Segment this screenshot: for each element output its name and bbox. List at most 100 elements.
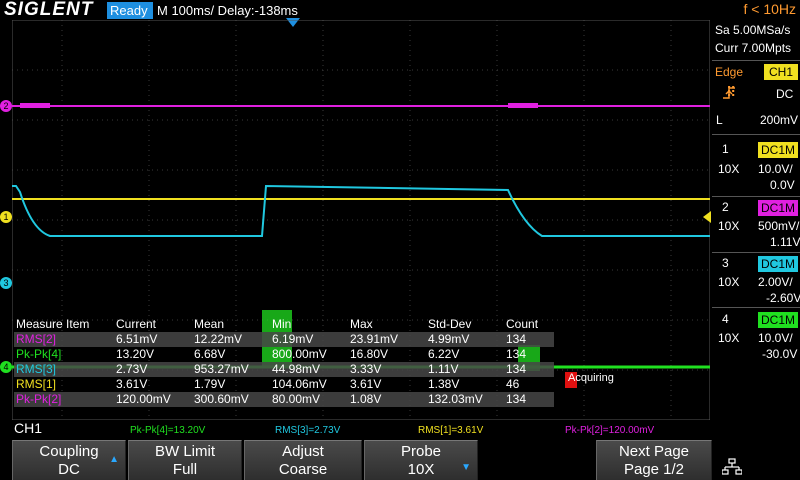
measure-item-label: Pk-Pk[2] bbox=[16, 392, 62, 406]
stat-item: Pk-Pk[2]=120.00mV bbox=[565, 425, 655, 436]
ch4-level-marker[interactable]: 4 bbox=[0, 361, 12, 373]
softkey-value: Full bbox=[172, 461, 198, 478]
run-status-badge[interactable]: Ready bbox=[107, 2, 153, 19]
ch2-offset: 1.11V bbox=[770, 235, 800, 249]
ch2-scale: 500mV/ bbox=[758, 219, 800, 233]
measure-value: 6.51mV bbox=[116, 332, 158, 346]
col-header: Current bbox=[116, 317, 157, 331]
trigger-level-label: L bbox=[716, 113, 723, 127]
probe-softkey[interactable]: Probe 10X ▼ bbox=[364, 440, 478, 480]
measurement-row: Pk-Pk[4] 13.20V 6.68V 800.00mV 16.80V 6.22V 13… bbox=[14, 347, 554, 362]
trigger-coupling[interactable]: DC bbox=[776, 87, 793, 101]
measure-value: 120.00mV bbox=[116, 392, 171, 406]
softkey-title: BW Limit bbox=[155, 443, 215, 460]
measure-value: 134 bbox=[506, 332, 527, 346]
softkey-value: Page 1/2 bbox=[623, 461, 685, 478]
timebase-readout[interactable]: M 100ms/ Delay:-138ms bbox=[157, 2, 298, 19]
measure-value: 46 bbox=[506, 377, 520, 391]
network-icon[interactable] bbox=[722, 458, 742, 476]
measure-value: 6.22V bbox=[428, 347, 460, 361]
measure-value: 6.19mV bbox=[272, 332, 314, 346]
trigger-type[interactable]: Edge bbox=[715, 65, 743, 79]
measure-value: 2.73V bbox=[116, 362, 148, 376]
rising-edge-icon bbox=[723, 87, 735, 99]
ch1-coupling: DC1M bbox=[758, 142, 798, 158]
ch1-number: 1 bbox=[722, 142, 729, 156]
brand-logo: SIGLENT bbox=[4, 0, 94, 20]
measure-value: 134 bbox=[506, 392, 527, 406]
measure-value: 80.00mV bbox=[272, 392, 321, 406]
softkey-title: Adjust bbox=[282, 443, 324, 460]
ch1-probe: 10X bbox=[718, 162, 740, 176]
ch2-coupling: DC1M bbox=[758, 200, 798, 216]
ch1-level-marker[interactable]: 1 bbox=[0, 211, 12, 223]
measure-value: 44.98mV bbox=[272, 362, 321, 376]
ch4-coupling: DC1M bbox=[758, 312, 798, 328]
acquiring-label: Acquiring bbox=[568, 372, 614, 384]
ch3-offset: -2.60V bbox=[766, 291, 800, 305]
trigger-source[interactable]: CH1 bbox=[764, 64, 798, 80]
col-header: Max bbox=[350, 317, 373, 331]
measure-value: 1.38V bbox=[428, 377, 460, 391]
col-header: Count bbox=[506, 317, 539, 331]
ch2-probe: 10X bbox=[718, 219, 740, 233]
measure-value: 1.79V bbox=[194, 377, 226, 391]
measurement-row: RMS[2] 6.51mV 12.22mV 6.19mV 23.91mV 4.99mV 13… bbox=[14, 332, 554, 347]
measure-value: 16.80V bbox=[350, 347, 389, 361]
softkey-title: Next Page bbox=[618, 443, 690, 460]
frequency-readout: f < 10Hz bbox=[743, 1, 796, 17]
ch1-offset: 0.0V bbox=[770, 178, 795, 192]
trigger-level-marker-icon[interactable] bbox=[703, 211, 711, 223]
measure-value: 23.91mV bbox=[350, 332, 399, 346]
measurement-row: Pk-Pk[2] 120.00mV 300.60mV 80.00mV 1.08V 132.… bbox=[14, 392, 554, 407]
ch4-scale: 10.0V/ bbox=[758, 331, 793, 345]
measure-item-label: RMS[1] bbox=[16, 377, 57, 391]
ch3-probe: 10X bbox=[718, 275, 740, 289]
coupling-softkey[interactable]: Coupling DC ▲ bbox=[12, 440, 126, 480]
ch2-number: 2 bbox=[722, 200, 729, 214]
stat-item: Pk-Pk[4]=13.20V bbox=[130, 425, 206, 436]
measure-value: 104.06mV bbox=[272, 377, 327, 391]
ch4-offset: -30.0V bbox=[762, 347, 798, 361]
adjust-softkey[interactable]: Adjust Coarse bbox=[244, 440, 362, 480]
measure-value: 4.99mV bbox=[428, 332, 470, 346]
measure-value: 6.68V bbox=[194, 347, 226, 361]
down-arrow-icon: ▼ bbox=[461, 462, 471, 473]
measurement-header-row: Measure Item Current Mean Min Max Std-De… bbox=[14, 317, 554, 332]
ch2-trace bbox=[12, 103, 710, 108]
measure-value: 3.61V bbox=[116, 377, 148, 391]
ch3-number: 3 bbox=[722, 256, 729, 270]
measure-item-label: RMS[3] bbox=[16, 362, 57, 376]
measure-value: 13.20V bbox=[116, 347, 155, 361]
measure-value: 3.33V bbox=[350, 362, 382, 376]
col-header: Std-Dev bbox=[428, 317, 472, 331]
right-info-panel: Sa 5.00MSa/s Curr 7.00Mpts Edge CH1 ⠿ DC… bbox=[712, 20, 800, 440]
ch2-level-marker[interactable]: 2 bbox=[0, 100, 12, 112]
memory-depth: Curr 7.00Mpts bbox=[715, 41, 792, 55]
sample-rate: Sa 5.00MSa/s bbox=[715, 23, 791, 37]
ch3-level-marker[interactable]: 3 bbox=[0, 277, 12, 289]
up-arrow-icon: ▲ bbox=[109, 454, 119, 465]
stat-item: RMS[3]=2.73V bbox=[275, 425, 341, 436]
ch3-trace bbox=[12, 184, 710, 237]
measure-value: 12.22mV bbox=[194, 332, 243, 346]
measure-value: 134 bbox=[506, 362, 527, 376]
active-channel-label: CH1 bbox=[14, 420, 43, 436]
measurement-row: RMS[3] 2.73V 953.27mV 44.98mV 3.33V 1.11V 134 bbox=[14, 362, 554, 377]
measure-value: 300.60mV bbox=[194, 392, 249, 406]
col-header: Measure Item bbox=[16, 317, 90, 331]
bw-limit-softkey[interactable]: BW Limit Full bbox=[128, 440, 242, 480]
measure-item-label: RMS[2] bbox=[16, 332, 57, 346]
measure-value: 134 bbox=[506, 347, 527, 361]
col-header: Mean bbox=[194, 317, 225, 331]
trigger-level[interactable]: 200mV bbox=[760, 113, 798, 127]
ch3-scale: 2.00V/ bbox=[758, 275, 793, 289]
next-page-softkey[interactable]: Next Page Page 1/2 bbox=[596, 440, 712, 480]
measurement-row: RMS[1] 3.61V 1.79V 104.06mV 3.61V 1.38V 46 bbox=[14, 377, 554, 392]
ch3-coupling: DC1M bbox=[758, 256, 798, 272]
measure-item-label: Pk-Pk[4] bbox=[16, 347, 62, 361]
ch1-scale: 10.0V/ bbox=[758, 162, 793, 176]
softkey-value: Coarse bbox=[278, 461, 328, 478]
measure-value: 132.03mV bbox=[428, 392, 483, 406]
col-header: Min bbox=[272, 317, 292, 331]
